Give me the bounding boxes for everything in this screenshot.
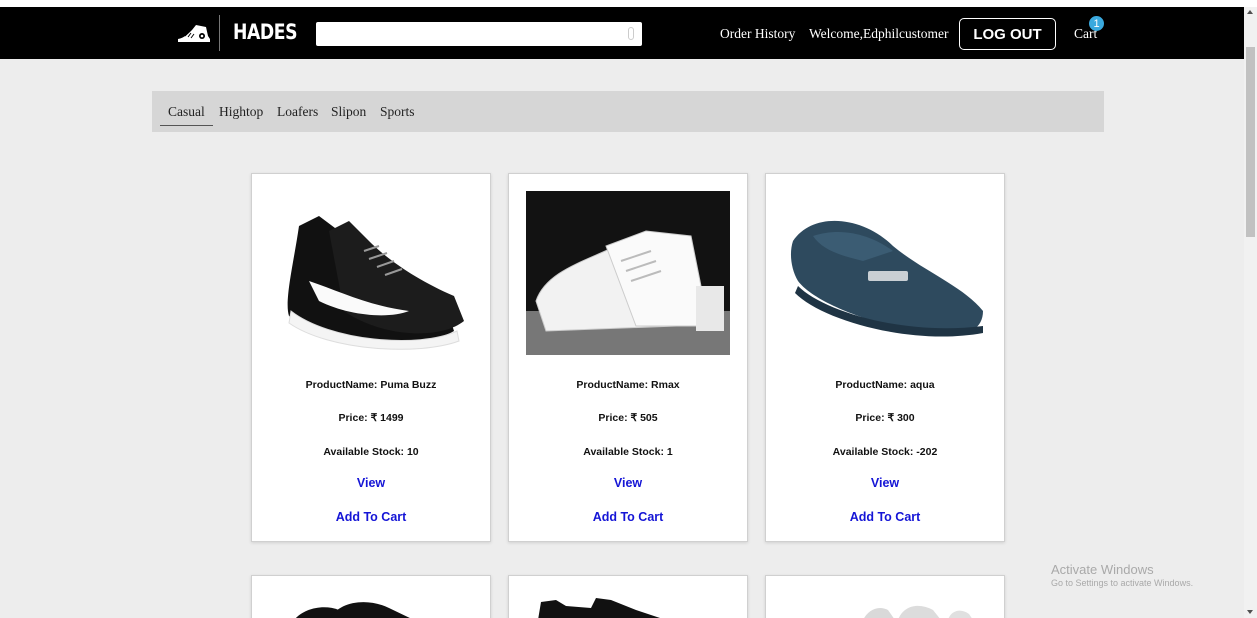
search-icon[interactable] — [628, 27, 634, 40]
product-price: Price: ₹ 300 — [855, 412, 915, 424]
black-sneaker-image — [296, 602, 410, 618]
black-sneaker-image — [269, 191, 473, 355]
product-card-partial — [765, 575, 1005, 618]
search-input[interactable] — [316, 22, 642, 46]
product-card-partial — [251, 575, 491, 618]
tab-hightop[interactable]: Hightop — [219, 104, 263, 120]
navbar: HADES Order History Welcome,Edphilcustom… — [0, 7, 1244, 59]
product-price: Price: ₹ 1499 — [338, 412, 404, 424]
add-to-cart-link[interactable]: Add To Cart — [509, 510, 747, 524]
white-hightop-sneaker-image — [526, 191, 730, 355]
tab-slipon[interactable]: Slipon — [331, 104, 366, 120]
brand-name[interactable]: HADES — [233, 20, 298, 44]
product-card: ProductName: Puma Buzz Price: ₹ 1499 Ava… — [251, 173, 491, 542]
view-link[interactable]: View — [766, 476, 1004, 490]
sneaker-logo-icon[interactable] — [176, 22, 212, 44]
view-link[interactable]: View — [252, 476, 490, 490]
navy-loafer-image — [783, 191, 987, 355]
product-name: ProductName: Rmax — [576, 379, 680, 391]
product-name: ProductName: aqua — [835, 379, 935, 391]
window-top-strip — [0, 0, 1257, 7]
product-card: ProductName: Rmax Price: ₹ 505 Available… — [508, 173, 748, 542]
product-stock: Available Stock: 1 — [583, 446, 673, 458]
black-shoe-image — [538, 598, 660, 618]
scroll-up-arrow-icon[interactable] — [1247, 10, 1253, 14]
watermark-title: Activate Windows — [1051, 562, 1154, 577]
welcome-text: Welcome,Edphilcustomer — [809, 26, 949, 41]
cart-count-badge: 1 — [1089, 16, 1104, 31]
product-price: Price: ₹ 505 — [598, 412, 658, 424]
product-card: ProductName: aqua Price: ₹ 300 Available… — [765, 173, 1005, 542]
vertical-scrollbar[interactable] — [1244, 7, 1257, 618]
white-shoe-image — [864, 605, 972, 618]
scroll-thumb[interactable] — [1246, 47, 1255, 237]
watermark-subtitle: Go to Settings to activate Windows. — [1051, 578, 1194, 588]
nav-order-history[interactable]: Order History — [720, 26, 795, 42]
product-stock: Available Stock: -202 — [832, 446, 938, 458]
tab-loafers[interactable]: Loafers — [277, 104, 318, 120]
add-to-cart-link[interactable]: Add To Cart — [766, 510, 1004, 524]
add-to-cart-link[interactable]: Add To Cart — [252, 510, 490, 524]
view-link[interactable]: View — [509, 476, 747, 490]
logo-divider — [219, 15, 220, 51]
tab-sports[interactable]: Sports — [380, 104, 415, 120]
search-box[interactable] — [316, 22, 642, 46]
scroll-down-arrow-icon[interactable] — [1247, 610, 1253, 614]
product-name: ProductName: Puma Buzz — [305, 379, 437, 391]
category-tabs: Casual Hightop Loafers Slipon Sports — [152, 91, 1104, 132]
activate-windows-watermark: Activate Windows Go to Settings to activ… — [1051, 562, 1193, 588]
product-card-partial — [508, 575, 748, 618]
tab-casual[interactable]: Casual — [160, 104, 213, 126]
product-stock: Available Stock: 10 — [323, 446, 419, 458]
logout-button[interactable]: LOG OUT — [959, 18, 1056, 50]
